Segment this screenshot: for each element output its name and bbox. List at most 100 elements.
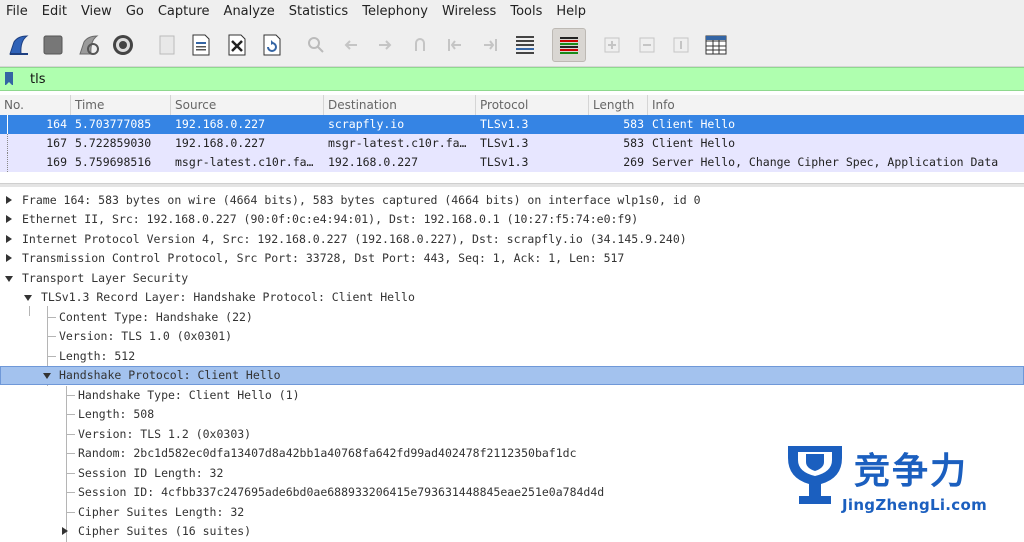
menu-help[interactable]: Help [549,0,593,24]
filter-bookmark-icon[interactable] [5,72,13,86]
menu-view[interactable]: View [74,0,119,24]
go-to-packet-icon[interactable] [405,30,435,60]
tree-item-ip[interactable]: Internet Protocol Version 4, Src: 192.16… [0,230,1024,249]
watermark-cn-text: 竞争力 [854,451,969,492]
column-protocol[interactable]: Protocol [476,95,589,115]
menu-file[interactable]: File [0,0,35,24]
menu-telephony[interactable]: Telephony [355,0,435,24]
tree-item-record-layer[interactable]: TLSv1.3 Record Layer: Handshake Protocol… [0,288,1024,307]
packet-row[interactable]: 164 5.703777085 192.168.0.227 scrapfly.i… [0,115,1024,134]
tree-item-handshake-protocol[interactable]: Handshake Protocol: Client Hello [0,366,1024,385]
menu-go[interactable]: Go [119,0,151,24]
tree-item-label: Version: TLS 1.2 (0x0303) [78,427,252,441]
normal-size-icon[interactable] [666,30,696,60]
zoom-out-icon[interactable] [632,30,662,60]
tree-item-label: Ethernet II, Src: 192.168.0.227 (90:0f:0… [22,212,639,226]
tree-branch [66,473,75,474]
tree-item-tls[interactable]: Transport Layer Security [0,269,1024,288]
menu-analyze[interactable]: Analyze [217,0,282,24]
tree-item-label: Length: 512 [59,349,136,363]
column-no[interactable]: No. [0,95,71,115]
packet-row[interactable]: 167 5.722859030 192.168.0.227 msgr-lates… [0,134,1024,154]
first-packet-icon[interactable] [440,30,470,60]
tree-branch [47,336,56,337]
colorize-icon[interactable] [552,28,586,62]
tree-branch [66,512,75,513]
tree-item-label: TLSv1.3 Record Layer: Handshake Protocol… [41,290,415,304]
tree-item-label: Transport Layer Security [22,271,189,285]
cell-info: Client Hello [652,136,736,150]
cell-destination: msgr-latest.c10r.fa… [328,136,467,150]
save-file-icon[interactable] [186,30,216,60]
tree-item-handshake-type[interactable]: Handshake Type: Client Hello (1) [0,386,1024,405]
packet-row[interactable]: 169 5.759698516 msgr-latest.c10r.fa… 192… [0,153,1024,173]
trophy-icon [788,446,842,504]
cell-no: 169 [46,155,67,169]
tree-item-label: Handshake Protocol: Client Hello [59,368,281,382]
watermark-logo: 竞争力 JingZhengLi.com [784,440,1024,520]
resize-columns-icon[interactable] [701,30,731,60]
tree-branch [66,492,75,493]
tree-item-hs-length[interactable]: Length: 508 [0,405,1024,424]
shark-fin-start-icon[interactable] [4,30,34,60]
cell-time: 5.703777085 [75,117,152,131]
cell-length: 583 [623,117,644,131]
column-info[interactable]: Info [648,95,1024,115]
expand-arrow-icon[interactable] [6,254,12,262]
menu-statistics[interactable]: Statistics [282,0,355,24]
column-source[interactable]: Source [171,95,324,115]
tree-branch [66,434,75,435]
zoom-in-icon[interactable] [597,30,627,60]
column-time[interactable]: Time [71,95,171,115]
expand-arrow-icon[interactable] [6,196,12,204]
expand-arrow-icon[interactable] [6,235,12,243]
tree-item-tcp[interactable]: Transmission Control Protocol, Src Port:… [0,249,1024,268]
collapse-arrow-icon[interactable] [43,373,51,379]
cell-length: 583 [623,136,644,150]
column-length[interactable]: Length [589,95,648,115]
tree-item-label: Handshake Type: Client Hello (1) [78,388,300,402]
menu-capture[interactable]: Capture [151,0,217,24]
tree-item-label: Cipher Suites Length: 32 [78,505,245,519]
cell-protocol: TLSv1.3 [480,155,529,169]
tree-item-frame[interactable]: Frame 164: 583 bytes on wire (4664 bits)… [0,191,1024,210]
cell-protocol: TLSv1.3 [480,136,529,150]
tree-item-label: Content Type: Handshake (22) [59,310,253,324]
last-packet-icon[interactable] [475,30,505,60]
display-filter-input[interactable] [24,68,1016,90]
column-destination[interactable]: Destination [324,95,476,115]
cell-source: 192.168.0.227 [175,117,266,131]
expand-arrow-icon[interactable] [62,527,68,535]
find-packet-icon[interactable] [301,30,331,60]
cell-source: msgr-latest.c10r.fa… [175,155,314,169]
tree-item-ethernet[interactable]: Ethernet II, Src: 192.168.0.227 (90:0f:0… [0,210,1024,229]
tree-item-label: Frame 164: 583 bytes on wire (4664 bits)… [22,193,701,207]
open-file-icon[interactable] [152,30,182,60]
reload-file-icon[interactable] [257,30,287,60]
collapse-arrow-icon[interactable] [5,276,13,282]
pane-splitter[interactable] [0,183,1024,187]
packet-list-header: No. Time Source Destination Protocol Len… [0,95,1024,116]
auto-scroll-icon[interactable] [510,30,540,60]
tree-item-label: Session ID: 4cfbb337c247695ade6bd0ae6889… [78,485,605,499]
tree-item-label: Version: TLS 1.0 (0x0301) [59,329,233,343]
menu-edit[interactable]: Edit [35,0,74,24]
tree-item-length[interactable]: Length: 512 [0,347,1024,366]
main-toolbar [0,24,1024,67]
display-filter-bar [0,67,1024,91]
tree-item-cipher-suites[interactable]: Cipher Suites (16 suites) [0,522,1024,541]
go-forward-icon[interactable] [370,30,400,60]
close-file-icon[interactable] [222,30,252,60]
go-back-icon[interactable] [336,30,366,60]
cell-source: 192.168.0.227 [175,136,266,150]
tree-item-content-type[interactable]: Content Type: Handshake (22) [0,308,1024,327]
capture-options-gear-icon[interactable] [108,30,138,60]
collapse-arrow-icon[interactable] [24,295,32,301]
tree-item-version[interactable]: Version: TLS 1.0 (0x0301) [0,327,1024,346]
menu-wireless[interactable]: Wireless [435,0,503,24]
expand-arrow-icon[interactable] [6,215,12,223]
restart-fin-icon[interactable] [74,30,104,60]
cell-time: 5.759698516 [75,155,152,169]
menu-tools[interactable]: Tools [503,0,549,24]
stop-square-icon[interactable] [38,30,68,60]
